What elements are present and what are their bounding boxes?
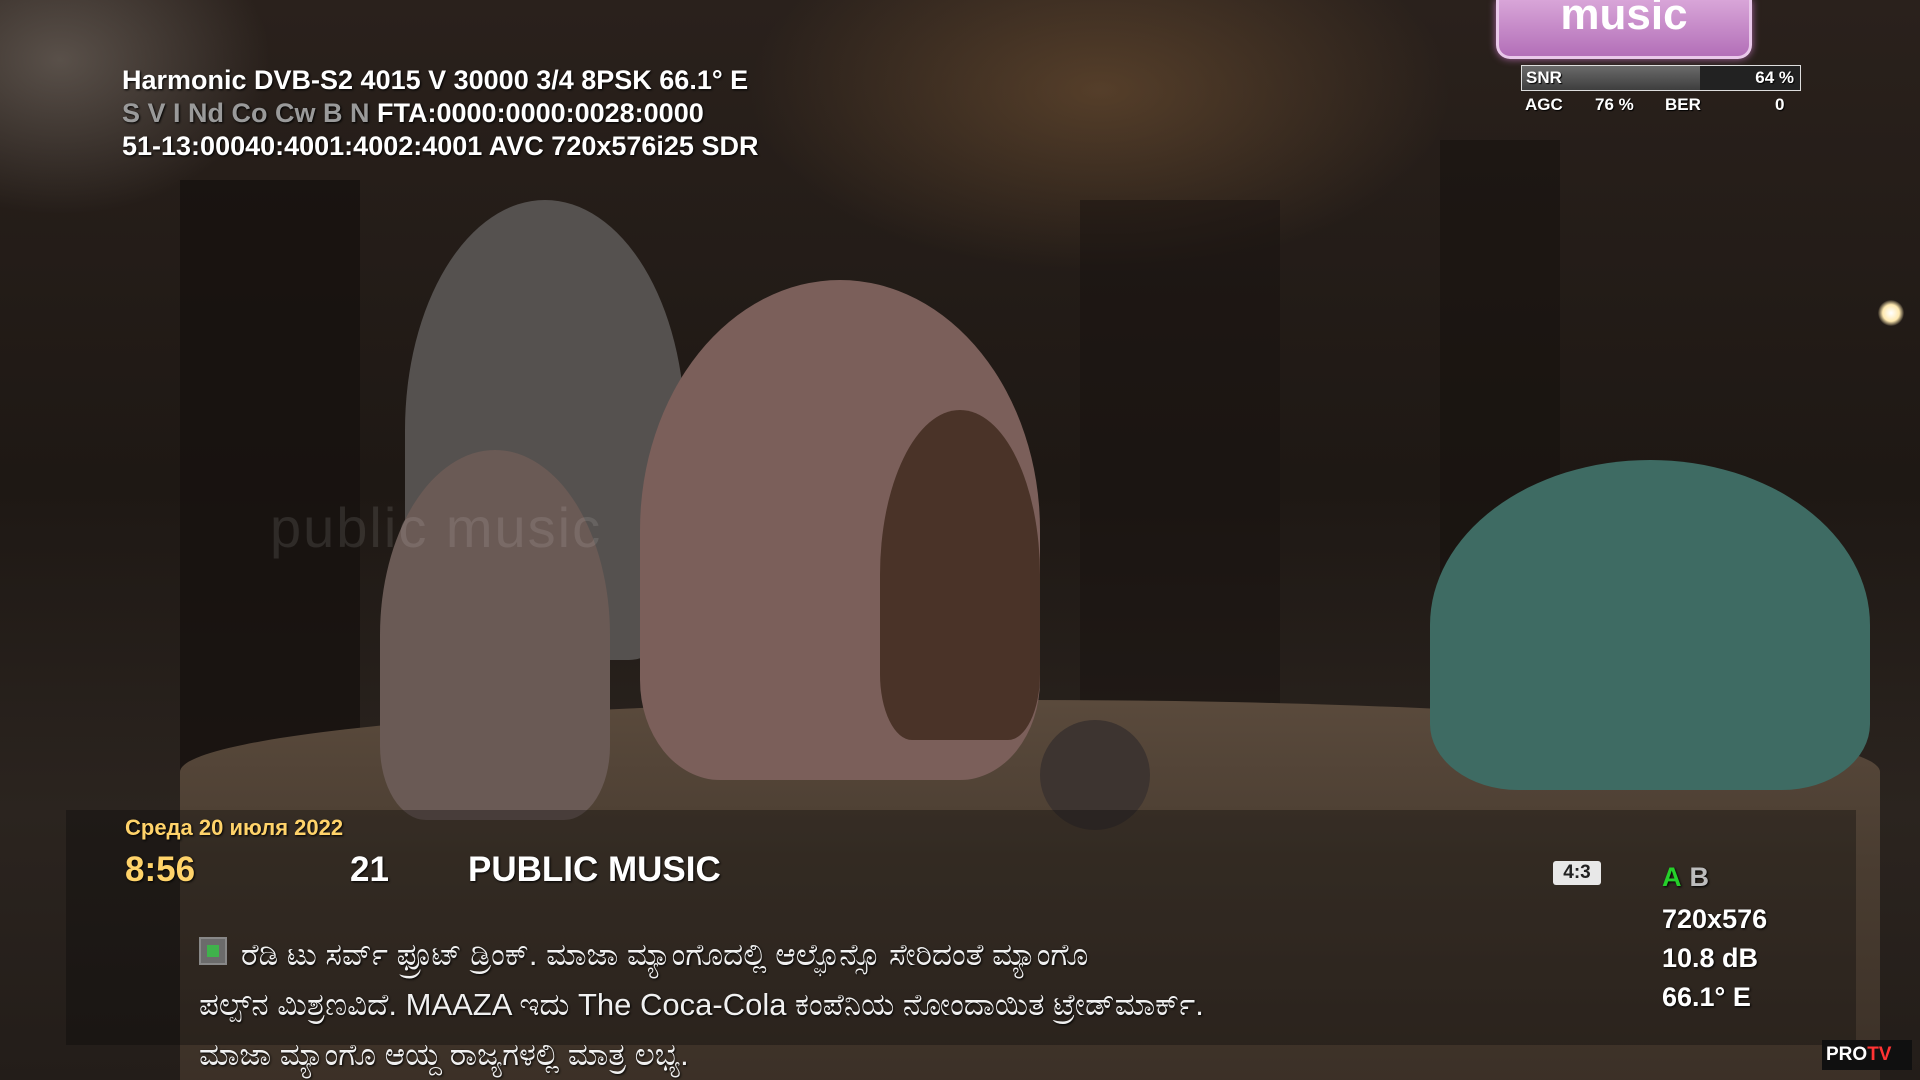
ber-label: BER: [1665, 95, 1701, 114]
ber-value: 0: [1775, 95, 1785, 114]
agc-ber-row: AGC 76 % BER 0: [1521, 95, 1801, 115]
channel-number: 21: [350, 850, 389, 889]
wall-panel: [180, 180, 360, 780]
resolution: 720x576: [1662, 904, 1768, 934]
person-figure: [880, 410, 1040, 740]
agc-value: 76 %: [1595, 95, 1634, 114]
transponder-line3: 51-13:00040:4001:4002:4001 AVC 720x576i2…: [122, 131, 759, 161]
subtitle-line: ಪಲ್ಪ್‌ನ ಮಿಶ್ರಣವಿದೆ. MAAZA ಇದು The Coca-C…: [199, 987, 1204, 1022]
audio-track-indicator: AB: [1662, 862, 1709, 893]
snr-value: 64 %: [1755, 68, 1794, 87]
snr-bar: SNR 64 %: [1521, 65, 1801, 91]
wall-lamp: [1878, 300, 1904, 326]
channel-name: PUBLIC MUSIC: [468, 850, 721, 889]
transponder-info: Harmonic DVB-S2 4015 V 30000 3/4 8PSK 66…: [122, 64, 758, 163]
ca-info: FTA:0000:0000:0028:0000: [377, 98, 704, 128]
signal-meter: SNR 64 % AGC 76 % BER 0: [1521, 65, 1801, 115]
protv-logo: PROTV: [1822, 1040, 1912, 1070]
protv-pro: PRO: [1826, 1044, 1868, 1065]
snr-label: SNR: [1526, 68, 1562, 87]
stream-flags: S V I Nd Co Cw B N: [122, 98, 370, 128]
channel-watermark: public music: [270, 496, 603, 559]
date-label: Среда 20 июля 2022: [125, 815, 344, 840]
transponder-line1: Harmonic DVB-S2 4015 V 30000 3/4 8PSK 66…: [122, 65, 749, 95]
audio-track-b: B: [1689, 862, 1710, 892]
signal-level: 10.8 dB: [1662, 943, 1759, 973]
person-figure: [1430, 460, 1870, 790]
wall-panel: [1080, 200, 1280, 760]
clock: 8:56: [125, 850, 196, 889]
transponder-line2: S V I Nd Co Cw B N FTA:0000:0000:0028:00…: [122, 97, 758, 130]
agc-label: AGC: [1525, 95, 1563, 114]
subtitle-text: ರೆಡಿ ಟು ಸರ್ವ್ ಫ್ರೂಟ್ ಡ್ರಿಂಕ್. ಮಾಜಾ ಮ್ಯಾಂ…: [199, 930, 1529, 1080]
subtitle-line: ಮಾಜಾ ಮ್ಯಾಂಗೊ ಆಯ್ದ ರಾಜ್ಯಗಳಲ್ಲಿ ಮಾತ್ರ ಲಭ್ಯ…: [199, 1037, 689, 1072]
tech-info: 720x576 10.8 dB 66.1° E: [1662, 900, 1767, 1017]
orbital-position: 66.1° E: [1662, 982, 1751, 1012]
audio-track-a: A: [1662, 862, 1682, 892]
aspect-ratio-badge: 4:3: [1553, 861, 1601, 885]
subtitle-line: ರೆಡಿ ಟು ಸರ್ವ್ ಫ್ರೂಟ್ ಡ್ರಿಂಕ್. ಮಾಜಾ ಮ್ಯಾಂ…: [241, 937, 1089, 972]
channel-logo: music: [1496, 0, 1752, 59]
protv-tv: TV: [1867, 1044, 1892, 1065]
